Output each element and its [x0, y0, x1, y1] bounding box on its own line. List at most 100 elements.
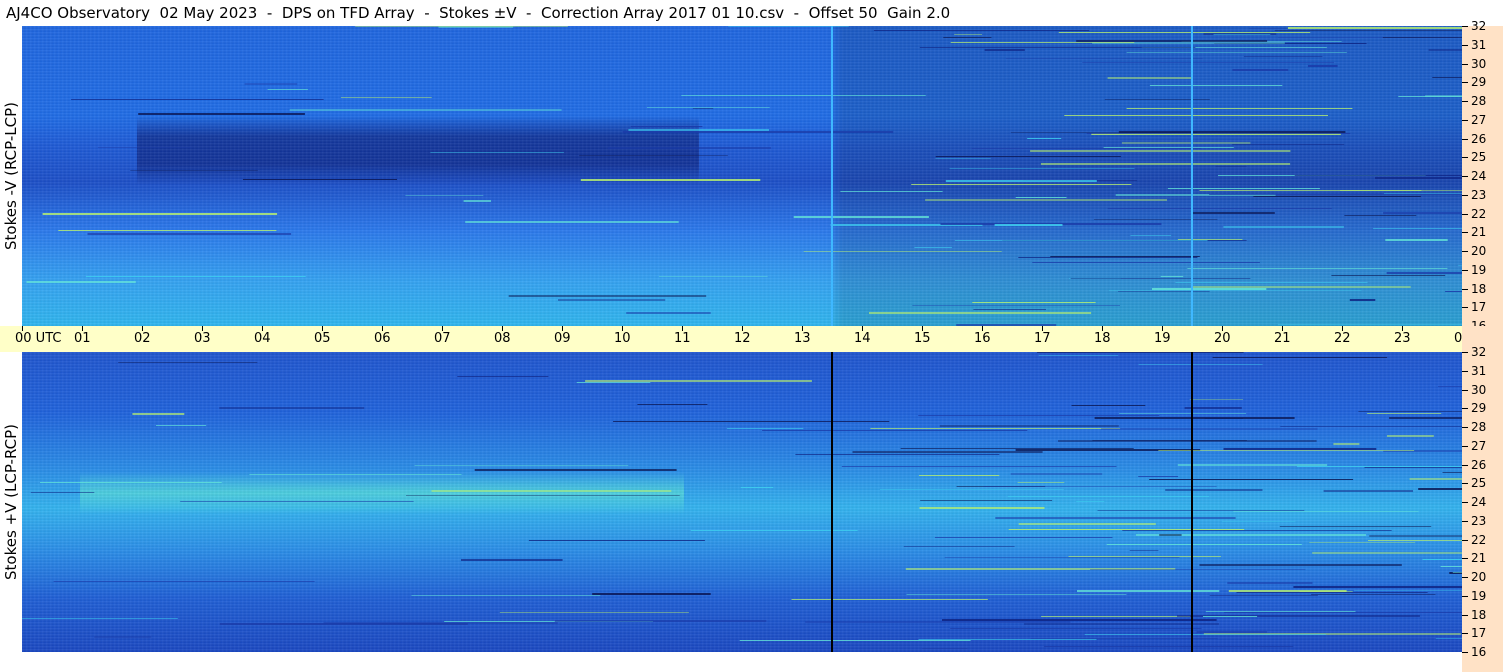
y-tick-label: 30 [1471, 56, 1487, 71]
interference-streak [1177, 464, 1328, 466]
y-tick-label: 18 [1471, 607, 1487, 622]
interference-streak [954, 34, 982, 35]
y-tick-mark [1462, 633, 1468, 635]
x-axis: 00 UTC 01 02 03 04 05 06 07 08 09 10 11 12 13 14 15 16 17… [0, 326, 1503, 352]
interference-streak [949, 168, 1135, 169]
interference-streak [1050, 256, 1200, 257]
interference-streak [1445, 291, 1462, 292]
interference-streak [954, 240, 1208, 241]
interference-streak [499, 612, 689, 613]
interference-streak [1126, 52, 1347, 53]
interference-streak [340, 97, 432, 98]
x-tick-label: 09 [554, 331, 571, 346]
interference-streak [1199, 564, 1402, 566]
interference-streak [58, 230, 277, 231]
interference-streak [920, 500, 1053, 501]
interference-streak [911, 184, 1132, 185]
x-tick-label: 02 [134, 331, 151, 346]
interference-streak [1205, 611, 1356, 612]
interference-streak [1058, 440, 1317, 442]
interference-streak [1038, 355, 1119, 356]
y-tick-label: 29 [1471, 401, 1487, 416]
y-tick-mark [1462, 483, 1468, 485]
y-tick-mark [1462, 119, 1468, 121]
interference-streak [156, 425, 207, 426]
x-tick-label: 17 [1034, 331, 1051, 346]
interference-streak [841, 466, 1117, 467]
y-tick-mark [1462, 63, 1468, 65]
interference-streak [1435, 638, 1462, 639]
interference-streak [1440, 566, 1462, 567]
interference-streak [1040, 163, 1291, 165]
x-tick-label: 07 [434, 331, 451, 346]
interference-streak [1097, 510, 1305, 511]
interference-streak [1138, 364, 1263, 365]
interference-streak [1344, 215, 1417, 216]
y-axis-label-bottom-text: Stokes +V (LCP-RCP) [2, 424, 20, 580]
interference-streak [972, 302, 1096, 303]
interference-streak [852, 451, 1043, 453]
y-tick-label: 23 [1471, 513, 1487, 528]
interference-streak [267, 89, 308, 90]
x-tick-label: 14 [854, 331, 871, 346]
y-tick-label: 29 [1471, 75, 1487, 90]
y-tick-mark [1462, 408, 1468, 410]
interference-streak [727, 428, 804, 429]
interference-streak [1160, 276, 1184, 277]
interference-streak [1232, 144, 1345, 145]
y-tick-mark [1462, 213, 1468, 215]
interference-streak [1253, 196, 1421, 197]
y-tick-mark [1462, 502, 1468, 503]
interference-streak [1044, 646, 1294, 647]
interference-streak [430, 152, 564, 153]
interference-streak [1425, 95, 1462, 97]
interference-streak [1432, 77, 1462, 78]
x-tick-label: 12 [734, 331, 751, 346]
y-tick-label: 18 [1471, 281, 1487, 296]
interference-streak [508, 295, 707, 297]
interference-streak [1228, 590, 1347, 592]
interference-streak [622, 131, 894, 133]
interference-streak [950, 628, 1202, 629]
interference-streak [1101, 428, 1318, 430]
interference-streak [558, 299, 666, 301]
interference-streak [1068, 556, 1221, 557]
interference-streak [1094, 417, 1295, 419]
interference-streak [1130, 235, 1172, 236]
interference-streak [1015, 197, 1067, 198]
interference-streak [1103, 147, 1234, 148]
y-tick-mark [1462, 652, 1468, 653]
y-tick-mark [1462, 520, 1468, 522]
x-tick-label: 08 [494, 331, 511, 346]
y-tick-mark [1462, 445, 1468, 447]
y-tick-mark [1462, 194, 1468, 196]
y-tick-mark [1462, 101, 1468, 102]
interference-streak [405, 195, 484, 196]
interference-streak [983, 486, 1217, 487]
chart-title: AJ4CO Observatory 02 May 2023 - DPS on T… [0, 0, 1462, 26]
interference-streak [457, 376, 549, 377]
y-tick-mark [1462, 269, 1468, 271]
interference-streak [180, 501, 414, 502]
interference-streak [1223, 226, 1344, 228]
vertical-marker-line [1191, 26, 1193, 326]
y-axis-label-bottom: Stokes +V (LCP-RCP) [0, 352, 22, 652]
interference-streak [1333, 443, 1360, 445]
interference-streak [1090, 569, 1306, 570]
y-tick-mark [1462, 26, 1468, 27]
interference-streak [919, 475, 1000, 476]
interference-streak [1203, 616, 1258, 617]
spectrogram-top-overlay [26, 26, 1462, 326]
interference-streak [1223, 448, 1377, 450]
interference-streak [1296, 466, 1462, 467]
x-tick-label: 10 [614, 331, 631, 346]
y-tick-label: 26 [1471, 457, 1487, 472]
interference-streak [1175, 282, 1368, 283]
y-tick-mark [1462, 138, 1468, 140]
x-tick-label: 13 [794, 331, 811, 346]
y-tick-label: 31 [1471, 363, 1487, 378]
interference-streak [130, 170, 258, 171]
interference-streak [1093, 219, 1218, 220]
interference-streak [1070, 278, 1251, 279]
y-tick-label: 20 [1471, 244, 1487, 258]
